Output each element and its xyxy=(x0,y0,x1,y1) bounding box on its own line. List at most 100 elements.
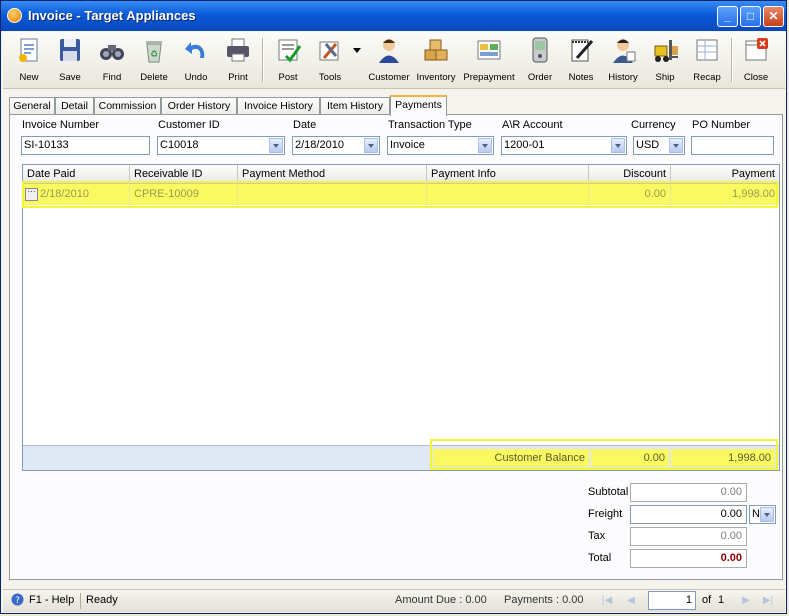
page-input[interactable]: 1 xyxy=(648,591,696,610)
help-text[interactable]: F1 - Help xyxy=(29,594,74,606)
close-button[interactable]: Close xyxy=(736,34,776,86)
inventory-label: Inventory xyxy=(416,72,456,83)
ar-account-value: 1200-01 xyxy=(504,139,545,151)
cell-receivable-id[interactable]: CPRE-10009 xyxy=(130,184,238,205)
inventory-button[interactable]: Inventory xyxy=(416,34,456,86)
close-window-button[interactable]: ✕ xyxy=(763,6,784,27)
payments-grid[interactable]: Date Paid Receivable ID Payment Method P… xyxy=(22,164,780,471)
cell-payment[interactable]: 1,998.00 xyxy=(671,184,779,205)
tools-icon xyxy=(319,41,339,61)
chevron-down-icon[interactable] xyxy=(760,507,774,522)
chevron-down-icon[interactable] xyxy=(269,138,283,153)
status-bar: ? F1 - Help Ready Amount Due : 0.00 Paym… xyxy=(3,589,785,612)
transaction-type-value: Invoice xyxy=(390,139,425,151)
payments-text: Payments : 0.00 xyxy=(504,594,584,606)
forklift-icon xyxy=(654,40,678,62)
currency-value: USD xyxy=(636,139,660,151)
chevron-down-icon[interactable] xyxy=(478,138,492,153)
tab-payments[interactable]: Payments xyxy=(390,95,447,116)
close-icon: ✕ xyxy=(768,9,779,23)
tools-dropdown-arrow-icon[interactable] xyxy=(353,48,361,54)
currency-label: Currency xyxy=(631,119,676,131)
customer-person-icon xyxy=(379,39,399,63)
post-check-icon xyxy=(278,39,302,63)
cell-discount[interactable]: 0.00 xyxy=(589,184,671,205)
last-record-icon[interactable]: ▶| xyxy=(760,593,776,608)
prepayment-icon xyxy=(477,40,501,60)
freight-option-value: N xyxy=(752,508,760,520)
subtotal-field: 0.00 xyxy=(630,483,747,502)
col-payment[interactable]: Payment xyxy=(671,165,779,183)
next-record-icon[interactable]: ▶ xyxy=(738,593,754,608)
footer-payment-total: 1,998.00 xyxy=(671,449,775,467)
customer-button[interactable]: Customer xyxy=(368,34,410,86)
col-date-paid[interactable]: Date Paid xyxy=(23,165,130,183)
title-bar[interactable]: Invoice - Target Appliances _ □ ✕ xyxy=(1,1,786,31)
print-button[interactable]: Print xyxy=(218,34,258,86)
svg-text:?: ? xyxy=(15,596,20,606)
freight-field[interactable]: 0.00 xyxy=(630,505,747,524)
table-row[interactable]: ··· 2/18/2010 CPRE-10009 0.00 1,998.00 xyxy=(23,184,779,205)
chevron-down-icon[interactable] xyxy=(669,138,683,153)
recap-label: Recap xyxy=(693,72,721,83)
boxes-icon xyxy=(424,39,448,61)
minimize-button[interactable]: _ xyxy=(717,6,738,27)
invoice-number-label: Invoice Number xyxy=(22,119,100,131)
help-icon: ? xyxy=(11,593,24,609)
toolbar: New Save Find ♻ Delete Undo Print Post T… xyxy=(3,32,785,89)
footer-discount-total: 0.00 xyxy=(591,449,669,467)
window-title: Invoice - Target Appliances xyxy=(28,8,196,23)
col-payment-method[interactable]: Payment Method xyxy=(238,165,427,183)
tab-general[interactable]: General xyxy=(9,97,55,115)
svg-text:♻: ♻ xyxy=(150,50,158,60)
maximize-icon: □ xyxy=(746,9,755,23)
app-icon xyxy=(7,8,22,23)
date-picker[interactable]: 2/18/2010 xyxy=(292,136,380,155)
chevron-down-icon[interactable] xyxy=(364,138,378,153)
prev-record-icon[interactable]: ◀ xyxy=(623,593,639,608)
cell-date-paid[interactable]: ··· 2/18/2010 xyxy=(23,184,130,205)
amount-due-text: Amount Due : 0.00 xyxy=(395,594,487,606)
of-label: of xyxy=(702,594,712,606)
first-record-icon[interactable]: |◀ xyxy=(599,593,615,608)
col-payment-info[interactable]: Payment Info xyxy=(427,165,589,183)
cell-payment-method[interactable] xyxy=(238,184,427,205)
recycle-bin-icon: ♻ xyxy=(146,41,162,63)
ellipsis-icon[interactable]: ··· xyxy=(25,187,38,201)
minimize-icon: _ xyxy=(724,9,731,23)
new-doc-icon xyxy=(19,38,38,62)
tax-label: Tax xyxy=(588,530,606,542)
ar-account-select[interactable]: 1200-01 xyxy=(501,136,627,155)
print-label: Print xyxy=(228,72,248,83)
tab-item-history[interactable]: Item History xyxy=(320,97,390,115)
chevron-down-icon[interactable] xyxy=(611,138,625,153)
col-discount[interactable]: Discount xyxy=(589,165,671,183)
prepayment-button[interactable]: Prepayment xyxy=(463,34,515,86)
tools-button[interactable]: Tools xyxy=(310,34,350,86)
undo-arrow-icon xyxy=(185,42,205,58)
customer-id-select[interactable]: C10018 xyxy=(157,136,285,155)
tax-field: 0.00 xyxy=(630,527,747,546)
tools-label: Tools xyxy=(318,72,342,83)
tab-invoice-history[interactable]: Invoice History xyxy=(237,97,320,115)
status-text: Ready xyxy=(86,594,118,606)
notepad-icon xyxy=(571,39,594,62)
transaction-type-select[interactable]: Invoice xyxy=(387,136,494,155)
recap-sheet-icon xyxy=(696,39,718,61)
po-number-field[interactable] xyxy=(691,136,774,155)
cell-payment-info[interactable] xyxy=(427,184,589,205)
tab-order-history[interactable]: Order History xyxy=(161,97,237,115)
tab-commission[interactable]: Commission xyxy=(94,97,161,115)
currency-select[interactable]: USD xyxy=(633,136,685,155)
grid-header: Date Paid Receivable ID Payment Method P… xyxy=(23,165,779,184)
date-value: 2/18/2010 xyxy=(295,139,344,151)
maximize-button[interactable]: □ xyxy=(740,6,761,27)
invoice-number-field[interactable]: SI-10133 xyxy=(21,136,150,155)
total-label: Total xyxy=(588,552,612,564)
freight-label: Freight xyxy=(588,508,623,520)
recap-button[interactable]: Recap xyxy=(687,34,727,86)
col-receivable-id[interactable]: Receivable ID xyxy=(130,165,238,183)
freight-option-select[interactable]: N xyxy=(749,505,776,524)
tab-detail[interactable]: Detail xyxy=(55,97,94,115)
history-person-icon xyxy=(613,39,636,63)
